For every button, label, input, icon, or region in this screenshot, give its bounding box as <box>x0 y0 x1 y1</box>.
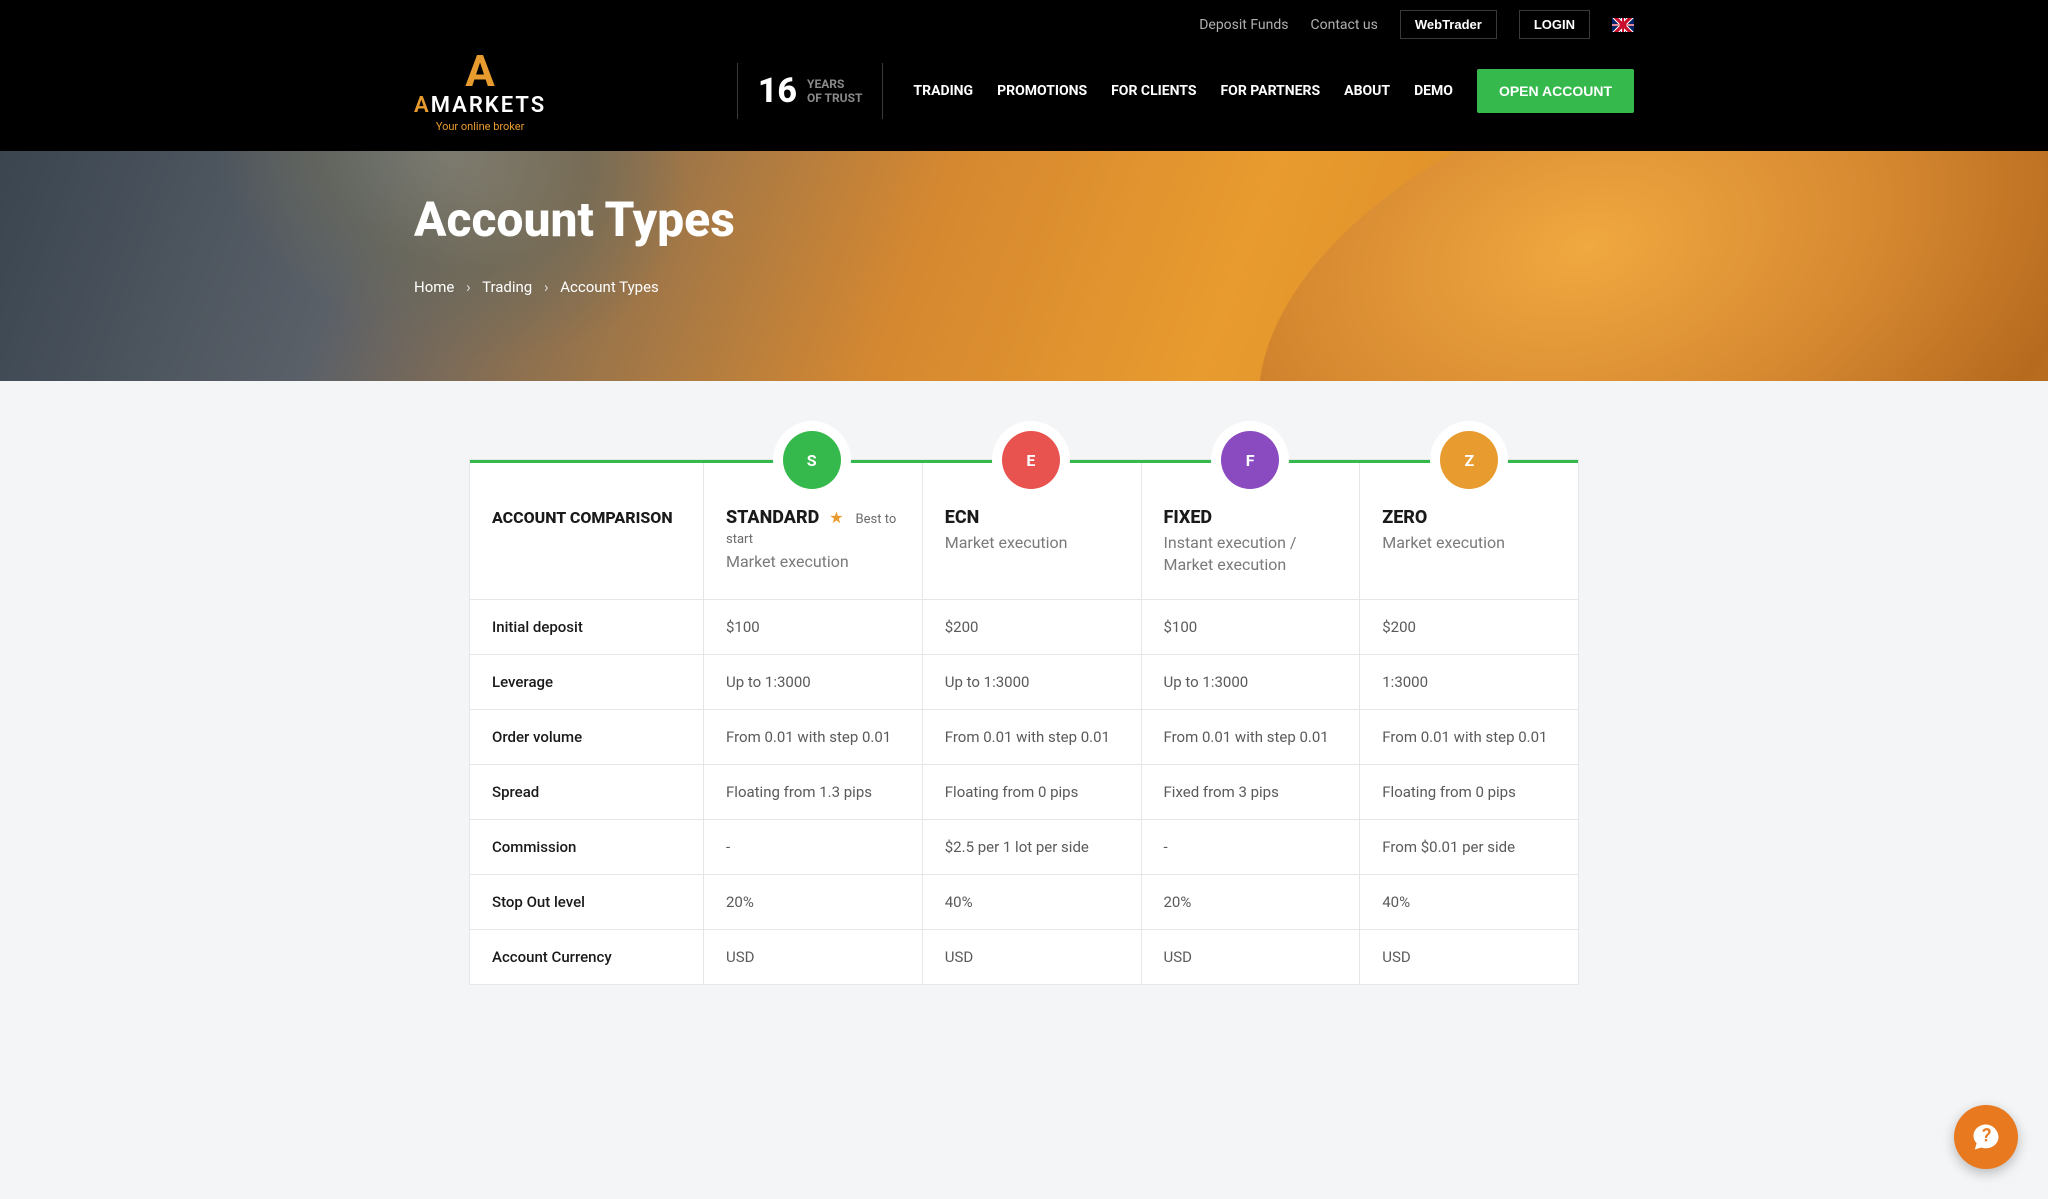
row-label: Leverage <box>470 655 703 709</box>
logo-tagline: Your online broker <box>436 120 524 133</box>
row-value: 1:3000 <box>1359 655 1578 709</box>
nav-demo[interactable]: DEMO <box>1414 83 1453 99</box>
plan-subtitle: Market execution <box>1382 532 1556 554</box>
login-button[interactable]: LOGIN <box>1519 10 1590 39</box>
breadcrumb-trading[interactable]: Trading <box>482 278 532 296</box>
table-row: Commission-$2.5 per 1 lot per side-From … <box>470 819 1578 874</box>
breadcrumb-sep-icon: › <box>466 278 471 296</box>
row-value: From 0.01 with step 0.01 <box>1141 710 1360 764</box>
row-label: Order volume <box>470 710 703 764</box>
nav-links: TRADING PROMOTIONS FOR CLIENTS FOR PARTN… <box>913 69 1634 113</box>
row-label: Commission <box>470 820 703 874</box>
row-value: $100 <box>703 600 922 654</box>
plan-subtitle: Instant execution / Market execution <box>1164 532 1338 577</box>
row-value: $200 <box>1359 600 1578 654</box>
row-value: Up to 1:3000 <box>1141 655 1360 709</box>
row-label: Initial deposit <box>470 600 703 654</box>
star-icon: ★ <box>829 508 843 527</box>
table-row: Stop Out level20%40%20%40% <box>470 874 1578 929</box>
nav-about[interactable]: ABOUT <box>1344 83 1390 99</box>
row-label: Account Currency <box>470 930 703 984</box>
breadcrumb-current: Account Types <box>560 278 659 296</box>
row-value: 40% <box>922 875 1141 929</box>
badge-zero-icon: Z <box>1440 431 1498 489</box>
page-title: Account Types <box>414 191 1634 248</box>
chat-question-icon <box>1971 1122 2001 1152</box>
top-utility-links: Deposit Funds Contact us WebTrader LOGIN <box>414 0 1634 49</box>
table-row: Order volumeFrom 0.01 with step 0.01From… <box>470 709 1578 764</box>
main-navigation: A AMARKETS Your online broker 16 YEARSOF… <box>414 49 1634 151</box>
hero-banner: Account Types Home › Trading › Account T… <box>0 151 2048 381</box>
row-label: Spread <box>470 765 703 819</box>
table-row: Initial deposit$100$200$100$200 <box>470 599 1578 654</box>
language-flag-icon[interactable] <box>1612 18 1634 32</box>
badge-standard-icon: S <box>783 431 841 489</box>
logo-mark-icon: A <box>465 49 495 93</box>
contact-us-link[interactable]: Contact us <box>1311 17 1378 33</box>
row-value: Floating from 0 pips <box>922 765 1141 819</box>
plan-name: FIXED <box>1164 507 1338 528</box>
row-value: From $0.01 per side <box>1359 820 1578 874</box>
row-label: Stop Out level <box>470 875 703 929</box>
plan-name: ECN <box>945 507 1119 528</box>
plan-subtitle: Market execution <box>726 551 900 573</box>
row-value: USD <box>1141 930 1360 984</box>
row-value: Up to 1:3000 <box>703 655 922 709</box>
plan-name: ZERO <box>1382 507 1556 528</box>
breadcrumb-sep-icon: › <box>544 278 549 296</box>
row-value: From 0.01 with step 0.01 <box>1359 710 1578 764</box>
row-value: $2.5 per 1 lot per side <box>922 820 1141 874</box>
breadcrumb: Home › Trading › Account Types <box>414 278 1634 296</box>
breadcrumb-home[interactable]: Home <box>414 278 454 296</box>
open-account-button[interactable]: OPEN ACCOUNT <box>1477 69 1634 113</box>
row-value: USD <box>922 930 1141 984</box>
nav-for-partners[interactable]: FOR PARTNERS <box>1220 83 1320 99</box>
table-row: LeverageUp to 1:3000Up to 1:3000Up to 1:… <box>470 654 1578 709</box>
plan-name: STANDARD <box>726 507 819 528</box>
row-value: $200 <box>922 600 1141 654</box>
logo[interactable]: A AMARKETS Your online broker <box>414 49 546 133</box>
trust-years-number: 16 <box>758 71 797 111</box>
badge-fixed-icon: F <box>1221 431 1279 489</box>
badge-ecn-icon: E <box>1002 431 1060 489</box>
row-value: 20% <box>1141 875 1360 929</box>
row-value: Floating from 0 pips <box>1359 765 1578 819</box>
row-value: Floating from 1.3 pips <box>703 765 922 819</box>
nav-trading[interactable]: TRADING <box>913 83 973 99</box>
row-value: USD <box>703 930 922 984</box>
plan-subtitle: Market execution <box>945 532 1119 554</box>
row-value: Up to 1:3000 <box>922 655 1141 709</box>
webtrader-button[interactable]: WebTrader <box>1400 10 1497 39</box>
row-value: $100 <box>1141 600 1360 654</box>
nav-promotions[interactable]: PROMOTIONS <box>997 83 1087 99</box>
comparison-table: ACCOUNT COMPARISON STANDARD ★ Best to st… <box>469 459 1579 985</box>
plan-badge-row: S E F Z <box>469 431 1579 489</box>
row-value: USD <box>1359 930 1578 984</box>
row-value: 40% <box>1359 875 1578 929</box>
chat-help-button[interactable] <box>1954 1105 2018 1169</box>
row-value: 20% <box>703 875 922 929</box>
row-value: - <box>1141 820 1360 874</box>
table-row: SpreadFloating from 1.3 pipsFloating fro… <box>470 764 1578 819</box>
trust-badge: 16 YEARSOF TRUST <box>737 63 884 119</box>
nav-for-clients[interactable]: FOR CLIENTS <box>1111 83 1196 99</box>
row-value: From 0.01 with step 0.01 <box>922 710 1141 764</box>
row-value: From 0.01 with step 0.01 <box>703 710 922 764</box>
logo-brand: AMARKETS <box>414 93 546 118</box>
trust-years-text: YEARSOF TRUST <box>807 77 862 106</box>
row-value: Fixed from 3 pips <box>1141 765 1360 819</box>
table-row: Account CurrencyUSDUSDUSDUSD <box>470 929 1578 984</box>
row-value: - <box>703 820 922 874</box>
deposit-funds-link[interactable]: Deposit Funds <box>1199 17 1288 33</box>
